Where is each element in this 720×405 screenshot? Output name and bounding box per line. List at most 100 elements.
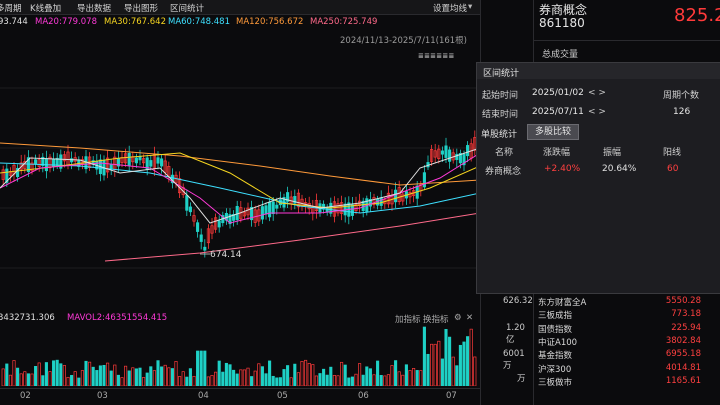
volume-bar bbox=[293, 363, 297, 386]
volume-bar bbox=[379, 375, 383, 386]
toolbar-interval-stats[interactable]: 区间统计 bbox=[170, 2, 204, 14]
volume-bar bbox=[314, 375, 318, 386]
candle bbox=[466, 145, 470, 157]
candle bbox=[52, 158, 56, 168]
tab-single-stock[interactable]: 单股统计 bbox=[481, 127, 517, 140]
volume-bar bbox=[152, 370, 156, 386]
candle bbox=[109, 164, 113, 170]
volume-bar bbox=[307, 362, 311, 386]
row-yang: 60 bbox=[667, 164, 679, 174]
volume-bar bbox=[34, 366, 38, 386]
start-time-value[interactable]: 2025/01/02 bbox=[532, 88, 584, 98]
col-amplitude: 振幅 bbox=[603, 148, 622, 158]
candle bbox=[260, 206, 264, 220]
volume-bar bbox=[260, 366, 264, 386]
volume-bar bbox=[296, 372, 300, 386]
toolbar-export-image[interactable]: 导出图形 bbox=[124, 2, 158, 14]
toolbar-multi-period[interactable]: 多周期 bbox=[0, 2, 22, 14]
volume-bar bbox=[30, 373, 34, 386]
volume-bar bbox=[246, 367, 250, 386]
ma120-value: MA120:756.672 bbox=[236, 17, 304, 27]
volume-bar bbox=[88, 361, 92, 386]
candle bbox=[268, 201, 272, 218]
volume-bar bbox=[430, 343, 434, 386]
index-row[interactable]: 基金指数 6955.18 bbox=[534, 349, 720, 362]
volume-bar bbox=[66, 376, 70, 386]
candle bbox=[350, 204, 354, 216]
volume-bar bbox=[469, 328, 473, 386]
index-row[interactable]: 三板成指 773.18 bbox=[534, 309, 720, 322]
volume-bar bbox=[448, 336, 452, 386]
volume-bar bbox=[458, 344, 462, 386]
end-time-value[interactable]: 2025/07/11 bbox=[532, 107, 584, 117]
volume-bar bbox=[214, 371, 218, 386]
x-tick: 03 bbox=[97, 391, 108, 401]
index-row[interactable]: 东方财富全A 5550.28 bbox=[534, 296, 720, 309]
volume-bar bbox=[116, 374, 120, 386]
volume-bar bbox=[156, 360, 160, 386]
volume-bar bbox=[390, 365, 394, 386]
axis-low-price: 626.32 bbox=[503, 296, 533, 306]
volume-bar bbox=[37, 362, 41, 386]
index-row[interactable]: 三板做市 1165.61 bbox=[534, 376, 720, 389]
candle bbox=[448, 149, 452, 162]
index-row[interactable]: 沪深300 4014.81 bbox=[534, 363, 720, 376]
ma-values: 93.744 MA20:779.078 MA30:767.642 MA60:74… bbox=[0, 17, 480, 29]
volume-bar bbox=[354, 373, 358, 386]
volume-bar bbox=[192, 375, 196, 386]
index-row[interactable]: 中证A100 3802.84 bbox=[534, 336, 720, 349]
candle bbox=[203, 246, 207, 251]
candle bbox=[196, 222, 200, 232]
volume-bar bbox=[80, 370, 84, 386]
volume-bar bbox=[329, 366, 333, 386]
volume-bar bbox=[127, 370, 131, 386]
index-value: 1165.61 bbox=[665, 375, 701, 386]
volume-bar bbox=[26, 373, 30, 386]
settings-ma-button[interactable]: 设置均线 bbox=[433, 2, 467, 14]
price-chart[interactable]: 674.14 bbox=[0, 48, 480, 310]
candle bbox=[149, 160, 153, 167]
index-name: 沪深300 bbox=[538, 364, 572, 375]
volume-bar bbox=[340, 361, 344, 386]
start-time-stepper[interactable]: < > bbox=[588, 88, 606, 98]
candle bbox=[440, 150, 444, 155]
volume-bar bbox=[174, 361, 178, 386]
volume-bar bbox=[178, 376, 182, 386]
volume-bar bbox=[91, 366, 95, 386]
volume-bar bbox=[462, 341, 466, 386]
volume-bar bbox=[181, 371, 185, 386]
volume-chart[interactable] bbox=[0, 316, 480, 386]
volume-bar bbox=[358, 363, 362, 386]
ma250-line bbox=[104, 212, 480, 262]
volume-bar bbox=[311, 364, 315, 386]
volume-bar bbox=[224, 362, 228, 386]
toolbar-export-data[interactable]: 导出数据 bbox=[77, 2, 111, 14]
volume-bar bbox=[336, 375, 340, 386]
candle bbox=[422, 172, 426, 188]
tab-multi-stock[interactable]: 多股比较 bbox=[527, 124, 579, 140]
col-yang: 阳线 bbox=[663, 148, 682, 158]
index-value: 3802.84 bbox=[665, 335, 701, 346]
volume-bar bbox=[404, 364, 408, 386]
x-tick: 06 bbox=[358, 391, 369, 401]
index-row[interactable]: 国债指数 225.94 bbox=[534, 323, 720, 336]
end-time-stepper[interactable]: < > bbox=[588, 107, 606, 117]
volume-bar bbox=[232, 369, 236, 386]
row-name: 券商概念 bbox=[485, 167, 522, 177]
volume-bar bbox=[55, 359, 59, 386]
chevron-down-icon[interactable]: ▾ bbox=[468, 2, 472, 12]
volume-bar bbox=[196, 350, 200, 386]
index-name: 中证A100 bbox=[538, 337, 578, 348]
volume-bar bbox=[73, 371, 77, 386]
period-count-label: 周期个数 bbox=[663, 91, 700, 101]
volume-bar bbox=[444, 329, 448, 386]
volume-bar bbox=[16, 367, 20, 386]
volume-bar bbox=[102, 364, 106, 386]
volume-bar bbox=[318, 373, 322, 386]
volume-bar bbox=[170, 368, 174, 386]
volume-bar bbox=[160, 366, 164, 386]
index-name: 东方财富全A bbox=[538, 298, 587, 308]
volume-bar bbox=[278, 377, 282, 386]
toolbar-kline-overlay[interactable]: K线叠加 bbox=[30, 2, 61, 14]
candle bbox=[160, 158, 164, 167]
